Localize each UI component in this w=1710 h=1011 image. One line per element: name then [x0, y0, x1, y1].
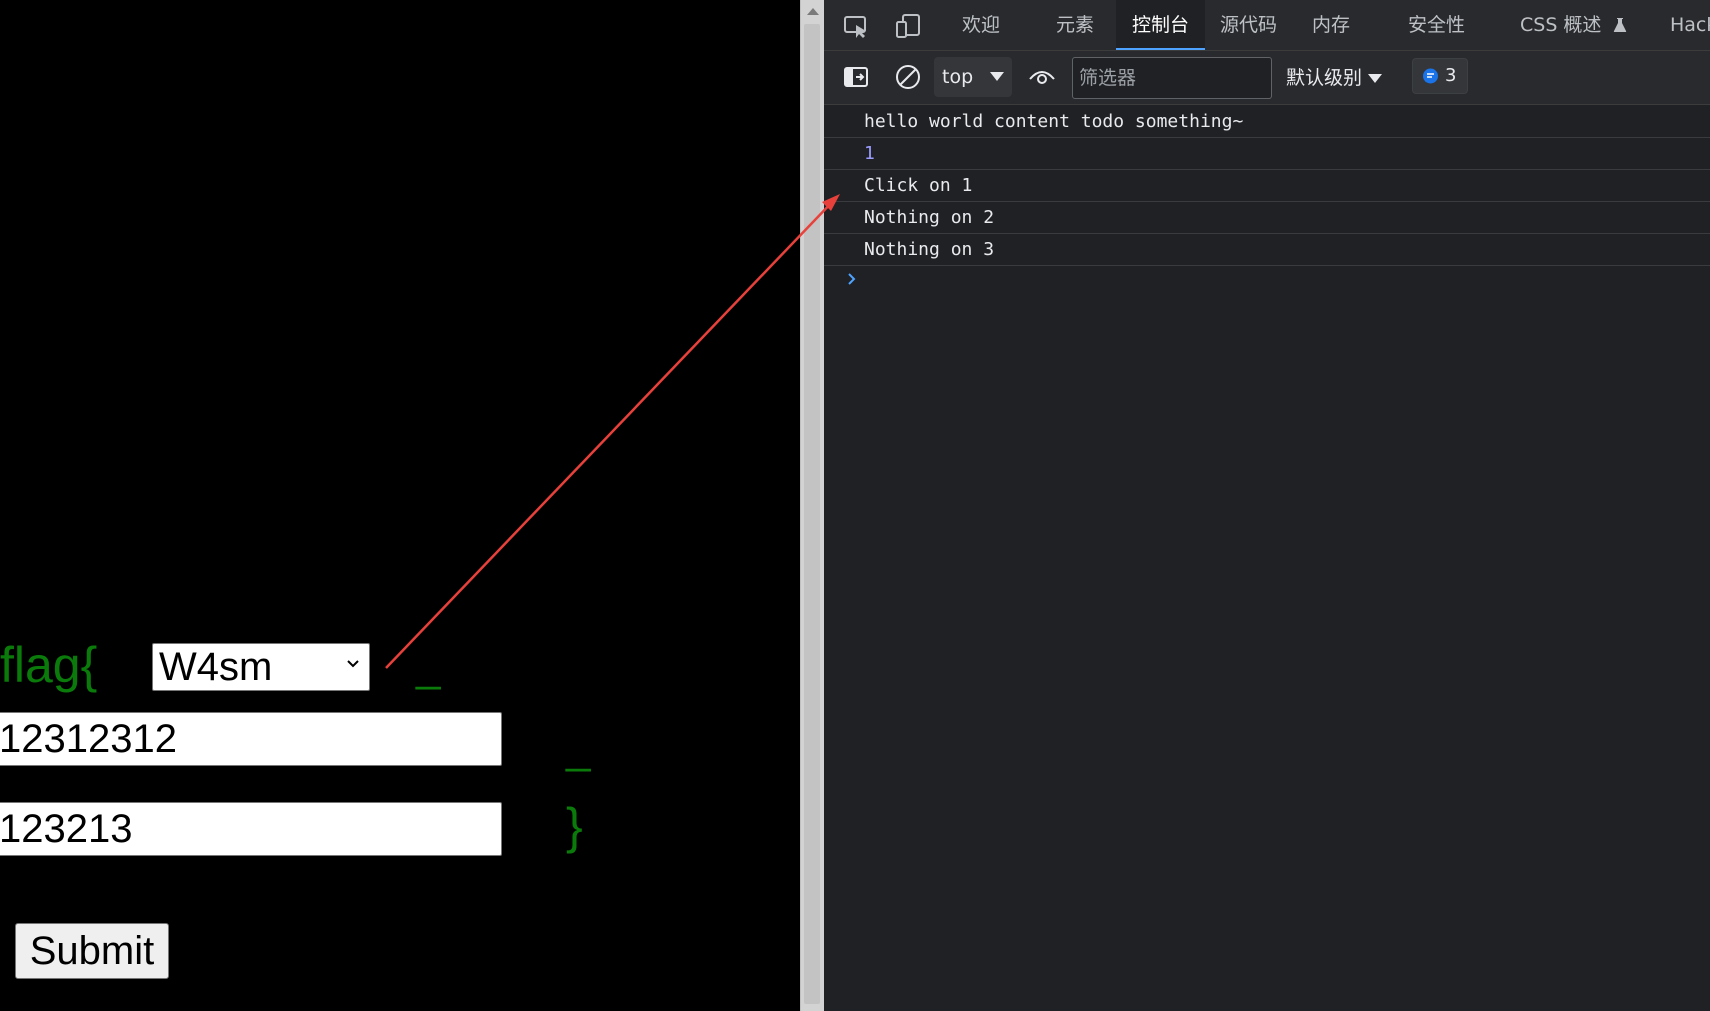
tab-css-overview-label: CSS 概述: [1520, 14, 1602, 36]
console-filter-placeholder: 筛选器: [1079, 67, 1137, 89]
console-prompt-chevron-icon[interactable]: [846, 270, 858, 288]
flag-part-select[interactable]: W4sm: [152, 643, 370, 691]
tab-memory[interactable]: 内存: [1312, 0, 1350, 50]
flag-separator-2: _: [566, 724, 591, 773]
dropdown-triangle-icon: [990, 72, 1004, 81]
console-message: hello world content todo something~: [824, 106, 1710, 138]
issue-message-icon: [1423, 68, 1438, 84]
chevron-down-icon: [347, 660, 359, 668]
issues-counter-button[interactable]: 3: [1412, 58, 1468, 94]
tab-security[interactable]: 安全性: [1408, 0, 1465, 50]
issues-count: 3: [1445, 65, 1457, 86]
tab-sources[interactable]: 源代码: [1220, 0, 1277, 50]
tab-hack[interactable]: Hack: [1670, 0, 1710, 50]
inspect-element-icon[interactable]: [842, 12, 870, 40]
clear-console-icon[interactable]: [894, 63, 922, 91]
devtools-panel: 欢迎 元素 控制台 源代码 内存 安全性 CSS 概述 Hack top: [824, 0, 1710, 1011]
flag-separator-1: _: [416, 642, 441, 691]
console-filter-input[interactable]: 筛选器: [1072, 57, 1272, 99]
scroll-thumb[interactable]: [804, 24, 820, 1004]
show-sidebar-icon[interactable]: [842, 63, 870, 91]
flag-part-input-2[interactable]: 123213: [0, 802, 502, 856]
console-message: Nothing on 2: [824, 202, 1710, 234]
tab-console[interactable]: 控制台: [1116, 0, 1206, 50]
dropdown-triangle-icon: [1368, 74, 1383, 83]
devtools-tab-strip: 欢迎 元素 控制台 源代码 内存 安全性 CSS 概述 Hack: [824, 0, 1710, 51]
context-selector[interactable]: top: [934, 57, 1012, 97]
log-levels-selector[interactable]: 默认级别: [1286, 57, 1388, 99]
flag-suffix-text: }: [566, 798, 583, 854]
experiment-flask-icon: [1614, 18, 1627, 32]
tab-welcome[interactable]: 欢迎: [962, 0, 1000, 50]
web-page: flag{ W4sm _ 12312312 _ 123213 } Submit: [0, 0, 800, 1011]
tab-css-overview[interactable]: CSS 概述: [1520, 0, 1627, 50]
submit-button[interactable]: Submit: [15, 923, 169, 979]
log-levels-label: 默认级别: [1286, 67, 1363, 89]
console-message: Click on 1: [824, 170, 1710, 202]
flag-part-input-1[interactable]: 12312312: [0, 712, 502, 766]
context-selector-value: top: [942, 66, 974, 88]
console-message: 1: [824, 138, 1710, 170]
scroll-up-arrow-icon[interactable]: [807, 8, 819, 15]
tab-elements[interactable]: 元素: [1056, 0, 1094, 50]
live-expression-eye-icon[interactable]: [1028, 63, 1056, 91]
page-scrollbar[interactable]: [800, 0, 824, 1011]
device-emulation-icon[interactable]: [894, 12, 922, 40]
console-messages: hello world content todo something~ 1 Cl…: [824, 106, 1710, 266]
flag-prefix-text: flag{: [0, 637, 98, 693]
flag-part-select-value: W4sm: [159, 644, 273, 689]
console-message: Nothing on 3: [824, 234, 1710, 266]
console-toolbar: top 筛选器 默认级别 3: [824, 51, 1710, 105]
